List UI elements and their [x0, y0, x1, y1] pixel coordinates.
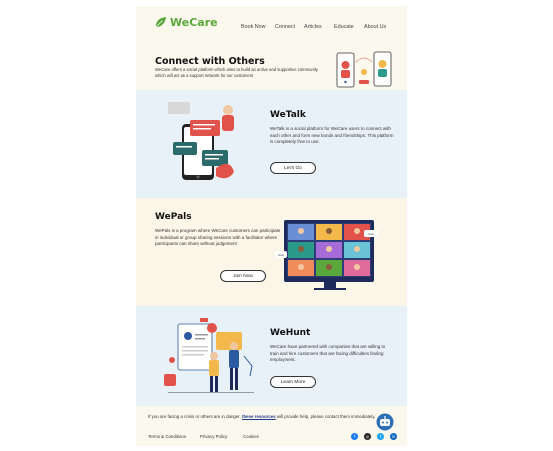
wetalk-illustration [168, 102, 234, 180]
footer-text-before: If you are facing a crisis or others are… [148, 414, 241, 419]
facebook-icon[interactable]: f [351, 433, 358, 440]
twitter-icon[interactable]: t [377, 433, 384, 440]
footer-text-after: will provide help, please contact them i… [276, 414, 376, 419]
wehunt-text: WeCare have partnered with companies tha… [270, 344, 386, 363]
wepals-title: WePals [155, 212, 192, 222]
wehunt-illustration [164, 318, 254, 393]
hello-bubble-left: hello [275, 251, 287, 258]
wepals-text: WePals is a program where WeCare custome… [155, 228, 281, 247]
nav-connect[interactable]: Connect [275, 24, 295, 30]
nav-book-now[interactable]: Book Now [241, 24, 266, 30]
terms-link[interactable]: Terms & Conditions [148, 434, 186, 439]
cookies-link[interactable]: Cookies [243, 434, 259, 439]
logo-text: WeCare [170, 16, 218, 29]
nav-about-us[interactable]: About Us [364, 24, 386, 30]
video-call-illustration [284, 220, 374, 290]
hello-bubble-right: hello [364, 230, 378, 237]
header: WeCare Book Now Connect Articles Educate… [136, 6, 407, 46]
wepals-section: WePals WePals is a program where WeCare … [136, 198, 407, 306]
email-page: WeCare Book Now Connect Articles Educate… [136, 6, 407, 446]
linkedin-icon[interactable]: in [390, 433, 397, 440]
wehunt-title: WeHunt [270, 328, 311, 338]
chat-support-icon[interactable] [376, 413, 394, 431]
logo[interactable]: WeCare [154, 16, 218, 29]
page-title: Connect with Others [155, 56, 265, 67]
privacy-link[interactable]: Privacy Policy [200, 434, 227, 439]
wetalk-section: WeTalk WeTalk is a social platform for W… [136, 90, 407, 198]
resources-link[interactable]: these resources [242, 414, 276, 419]
leaf-icon [155, 16, 167, 28]
phones-illustration [336, 51, 392, 88]
nav-educate[interactable]: Educate [334, 24, 354, 30]
instagram-icon[interactable]: ◎ [364, 433, 371, 440]
learn-more-button[interactable]: Learn More [270, 376, 316, 388]
intro-text: WeCare offers a social platform which ai… [155, 67, 318, 78]
join-now-button[interactable]: Join Now [220, 270, 266, 282]
lets-go-button[interactable]: Let's Go [270, 162, 316, 174]
footer-crisis-text: If you are facing a crisis or others are… [148, 414, 378, 420]
wetalk-title: WeTalk [270, 110, 306, 120]
nav-articles[interactable]: Articles [304, 24, 322, 30]
wetalk-text: WeTalk is a social platform for WeCare u… [270, 126, 394, 145]
wehunt-section: WeHunt WeCare have partnered with compan… [136, 306, 407, 406]
